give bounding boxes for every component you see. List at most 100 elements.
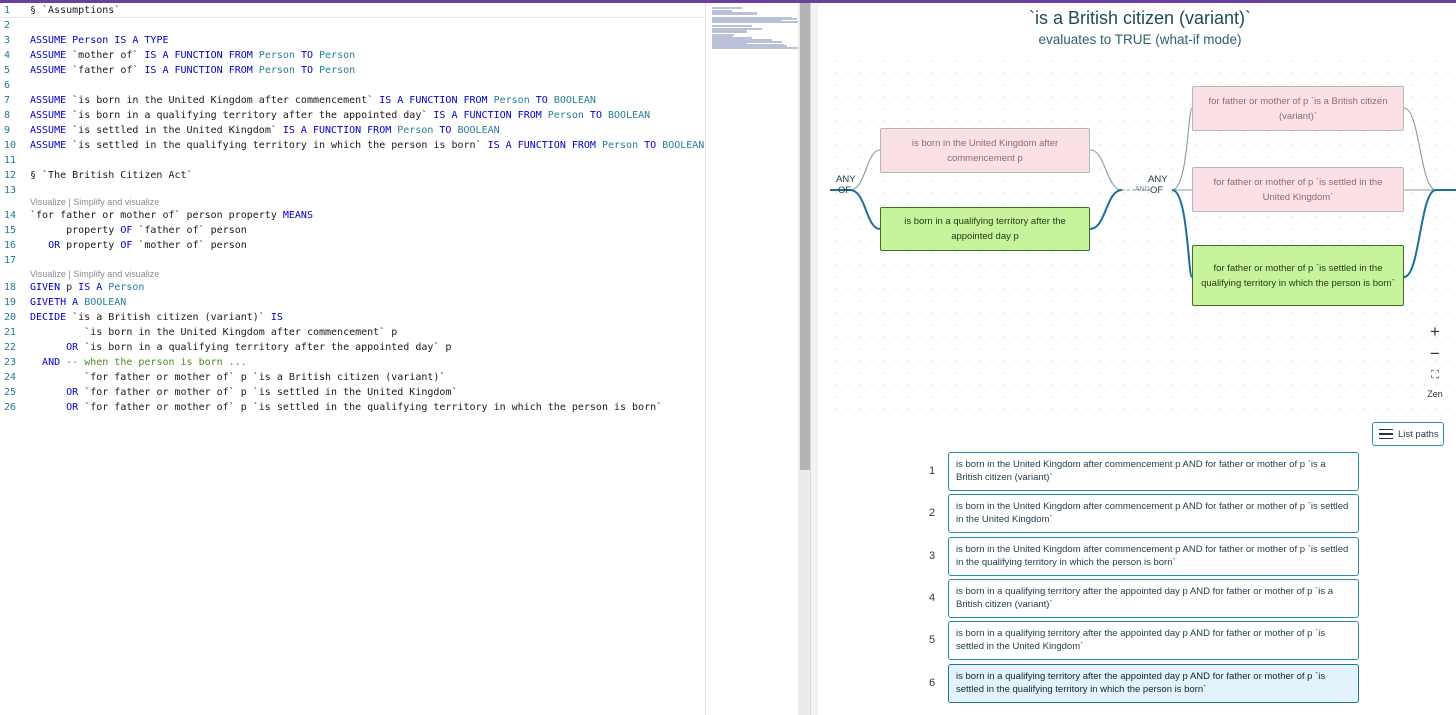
code-line[interactable]: 7 ASSUME `is born in the United Kingdom a… — [0, 93, 705, 108]
list-paths-label: List paths — [1398, 428, 1439, 440]
code-line[interactable]: 3 ASSUME Person IS A TYPE — [0, 33, 705, 48]
code-line[interactable]: 15 property OF `father of` person — [0, 223, 705, 238]
code-token: IS A FUNCTION FROM — [433, 110, 548, 121]
code-line[interactable]: 22 OR `is born in a qualifying territory… — [0, 340, 705, 355]
code-token: IS A FUNCTION FROM — [282, 125, 398, 136]
path-item[interactable]: is born in the United Kingdom after comm… — [948, 536, 1359, 576]
code-token: `is born in the United Kingdom after com… — [72, 95, 380, 106]
code-text: OR `for father or mother of` p `is settl… — [30, 385, 457, 400]
code-token: OF — [120, 240, 133, 251]
code-line[interactable]: 10 ASSUME `is settled in the qualifying t… — [0, 138, 705, 153]
codelens-visualize-2[interactable]: Visualize | Simplify and visualize — [30, 268, 159, 280]
line-number: 8 — [4, 110, 11, 121]
code-line[interactable]: 14 `for father or mother of` person prope… — [0, 208, 705, 223]
code-text: AND -- when the person is born ... — [30, 355, 247, 370]
path-number: 1 — [928, 465, 936, 477]
code-line[interactable]: 16 OR property OF `mother of` person — [0, 238, 705, 253]
code-line[interactable]: 1 § `Assumptions` — [0, 3, 705, 18]
code-token: `mother of` person — [132, 240, 247, 251]
code-token: Person — [319, 50, 356, 61]
fit-view-icon[interactable]: ⛶ — [1422, 367, 1448, 383]
node-parent-british-citizen[interactable]: for father or mother of p `is a British … — [1192, 86, 1404, 131]
code-line[interactable]: 2 — [0, 18, 705, 33]
path-item[interactable]: is born in a qualifying territory after … — [948, 621, 1359, 661]
code-token: `is settled in the qualifying territory … — [72, 140, 488, 151]
path-item[interactable]: is born in a qualifying territory after … — [948, 578, 1359, 618]
line-number: 20 — [4, 312, 17, 323]
minimap-line — [712, 47, 800, 49]
code-token: MEANS — [282, 210, 313, 221]
code-line[interactable]: 5 ASSUME `father of` IS A FUNCTION FROM P… — [0, 63, 705, 78]
code-text: `for father or mother of` p `is a Britis… — [30, 370, 445, 385]
code-token: IS A TYPE — [114, 35, 169, 46]
path-item[interactable]: is born in the United Kingdom after comm… — [948, 494, 1359, 534]
code-line[interactable]: 8 ASSUME `is born in a qualifying territo… — [0, 108, 705, 123]
code-token: property — [30, 225, 121, 236]
code-text: ASSUME `is settled in the qualifying ter… — [30, 138, 704, 153]
code-token: TO — [638, 140, 663, 151]
code-line[interactable]: 18 GIVEN p IS A Person — [0, 280, 705, 295]
code-token: TO — [294, 50, 320, 61]
code-line[interactable]: 17 — [0, 253, 705, 268]
code-editor[interactable]: 1 § `Assumptions` 2 3 ASSUME Person IS A TYP… — [0, 3, 800, 715]
connector-right-false1-out — [1403, 107, 1437, 191]
path-number: 6 — [928, 676, 936, 689]
code-text: ASSUME Person IS A TYPE — [30, 33, 168, 48]
line-number: 19 — [4, 297, 17, 308]
pane-splitter[interactable] — [810, 3, 818, 715]
code-token: ASSUME — [30, 140, 73, 151]
code-line[interactable]: 4 ASSUME `mother of` IS A FUNCTION FROM P… — [0, 48, 705, 63]
code-token: ASSUME — [30, 95, 73, 106]
visualizer-panel: `is a British citizen (variant)` evaluat… — [818, 3, 1456, 715]
ladder-diagram-canvas[interactable]: ANY OF AND ANY OF is born in the United … — [830, 55, 1456, 413]
gate-of-label-2: OF — [1150, 185, 1164, 196]
code-line[interactable]: 11 — [0, 153, 705, 168]
code-line[interactable]: 9 ASSUME `is settled in the United Kingdo… — [0, 123, 705, 138]
code-line[interactable]: 6 — [0, 78, 705, 93]
code-line[interactable]: 24 `for father or mother of` p `is a Bri… — [0, 370, 705, 385]
list-paths-button[interactable]: List paths — [1372, 422, 1444, 446]
minimap[interactable] — [705, 3, 800, 715]
code-token: Person — [397, 125, 434, 136]
code-token: TO — [433, 125, 458, 136]
node-parent-settled-uk[interactable]: for father or mother of p `is settled in… — [1192, 167, 1404, 212]
minimap-line — [712, 21, 800, 24]
node-born-uk-after-commencement[interactable]: is born in the United Kingdom after comm… — [880, 128, 1090, 173]
code-token: -- when the person is born ... — [60, 357, 247, 368]
line-number: 22 — [4, 342, 17, 353]
path-item[interactable]: is born in the United Kingdom after comm… — [948, 452, 1359, 491]
editor-scrollbar-thumb[interactable] — [800, 3, 810, 470]
code-token: § `The British Citizen Act` — [30, 170, 193, 181]
code-line[interactable]: 20 DECIDE `is a British citizen (variant)… — [0, 310, 705, 325]
code-line[interactable]: 21 `is born in the United Kingdom after … — [0, 325, 705, 340]
code-token: `mother of` — [72, 50, 145, 61]
line-number: 25 — [4, 387, 17, 398]
code-text: ASSUME `is born in a qualifying territor… — [30, 108, 650, 123]
zoom-in-button[interactable]: + — [1422, 323, 1448, 341]
code-text: OR property OF `mother of` person — [30, 238, 247, 253]
code-line[interactable]: 26 OR `for father or mother of` p `is se… — [0, 400, 705, 415]
code-token: `is born in the United Kingdom after com… — [30, 327, 398, 338]
code-token: IS A — [78, 282, 109, 293]
line-number: 12 — [4, 170, 17, 181]
codelens-visualize-1[interactable]: Visualize | Simplify and visualize — [30, 196, 159, 208]
code-token: `is a British citizen (variant)` — [66, 312, 271, 323]
code-token: GIVEN — [30, 282, 61, 293]
code-token: OF — [120, 225, 133, 236]
code-token: `for father or mother of` p `is settled … — [78, 402, 663, 413]
connector-left-true-out — [1089, 189, 1123, 230]
code-token: Person — [547, 110, 584, 121]
node-born-qualifying-territory[interactable]: is born in a qualifying territory after … — [880, 207, 1090, 251]
code-line[interactable]: 23 AND -- when the person is born ... — [0, 355, 705, 370]
path-item[interactable]: is born in a qualifying territory after … — [948, 663, 1359, 703]
visualizer-subtitle: evaluates to TRUE (what-if mode) — [1038, 32, 1242, 47]
code-token: IS A FUNCTION FROM — [379, 95, 494, 106]
zen-mode-button[interactable]: Zen — [1420, 388, 1450, 400]
code-line[interactable]: 19 GIVETH A BOOLEAN — [0, 295, 705, 310]
code-token: ASSUME — [30, 50, 73, 61]
code-line[interactable]: 25 OR `for father or mother of` p `is se… — [0, 385, 705, 400]
zoom-out-button[interactable]: − — [1422, 345, 1448, 363]
node-parent-settled-qualifying-territory[interactable]: for father or mother of p `is settled in… — [1192, 245, 1404, 306]
code-line[interactable]: 12 § `The British Citizen Act` — [0, 168, 705, 183]
code-token: TO — [529, 95, 554, 106]
